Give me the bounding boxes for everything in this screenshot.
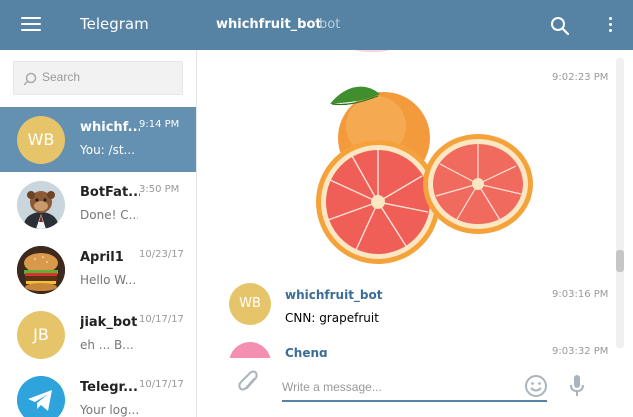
dialog-name: April1 <box>80 250 124 265</box>
avatar: WB <box>17 116 65 164</box>
scrollbar-thumb[interactable] <box>616 250 624 272</box>
message-time: 9:03:16 PM <box>552 289 609 300</box>
dialog-time: 10/17/17 <box>139 379 184 390</box>
avatar: JB <box>17 311 65 359</box>
hamburger-menu-icon[interactable] <box>21 15 41 33</box>
paperclip-icon[interactable] <box>237 370 261 396</box>
dialog-preview: Your log... <box>80 403 138 417</box>
search-box[interactable] <box>13 61 183 95</box>
message-composer <box>197 358 633 417</box>
dialog-item[interactable]: Telegr... 10/17/17 Your log... <box>0 367 196 417</box>
message-time: 9:03:32 PM <box>552 346 609 357</box>
dialog-preview: Done! C... <box>80 208 138 222</box>
dialog-preview: eh ... B... <box>80 338 134 352</box>
chat-subtitle: bot <box>319 17 341 32</box>
message-text: CNN: grapefruit <box>285 311 379 325</box>
dialog-time: 9:14 PM <box>139 119 180 130</box>
avatar <box>352 50 392 52</box>
dialog-item[interactable]: WB whichf... 9:14 PM You: /st... <box>0 107 196 172</box>
message-author[interactable]: Cheng <box>285 346 328 357</box>
app-title: Telegram <box>80 15 149 33</box>
burger-avatar <box>17 246 65 294</box>
dialog-name: Telegr... <box>80 380 138 395</box>
search-icon[interactable] <box>550 16 570 36</box>
dialog-item[interactable]: JB jiak_bot 10/17/17 eh ... B... <box>0 302 196 367</box>
dialog-name: whichf... <box>80 120 140 135</box>
dialog-list: WB whichf... 9:14 PM You: /st... BotFat.… <box>0 107 196 417</box>
dialog-time: 3:50 PM <box>139 184 180 195</box>
dialog-preview: Hello W... <box>80 273 137 287</box>
search-input[interactable] <box>42 70 172 84</box>
message-input[interactable] <box>282 374 547 402</box>
dialog-name: BotFat... <box>80 185 140 200</box>
message-author[interactable]: whichfruit_bot <box>285 288 383 302</box>
botfather-avatar <box>17 181 65 229</box>
telegram-avatar <box>17 376 65 417</box>
grapefruit-image[interactable] <box>296 80 534 270</box>
avatar[interactable]: WB <box>229 283 271 325</box>
dialog-name: jiak_bot <box>80 315 138 330</box>
search-icon <box>23 72 37 86</box>
more-options-icon[interactable] <box>605 15 615 35</box>
dialogs-sidebar: WB whichf... 9:14 PM You: /st... <box>0 50 197 417</box>
dialog-time: 10/23/17 <box>139 249 184 260</box>
message-time: 9:02:23 PM <box>552 72 609 83</box>
dialog-time: 10/17/17 <box>139 314 184 325</box>
dialog-item[interactable]: April1 10/23/17 Hello W... <box>0 237 196 302</box>
dialog-item[interactable]: BotFat... 3:50 PM Done! C... <box>0 172 196 237</box>
chat-title[interactable]: whichfruit_bot <box>216 17 322 32</box>
top-bar: Telegram whichfruit_bot bot <box>0 0 633 50</box>
emoji-icon[interactable] <box>524 374 548 398</box>
microphone-icon[interactable] <box>568 374 586 398</box>
chat-area: 9:02:23 PM WB whichfruit_bot 9:03:16 PM … <box>197 50 633 417</box>
chat-scrollbar[interactable] <box>616 58 624 348</box>
dialog-preview: You: /st... <box>80 143 135 157</box>
